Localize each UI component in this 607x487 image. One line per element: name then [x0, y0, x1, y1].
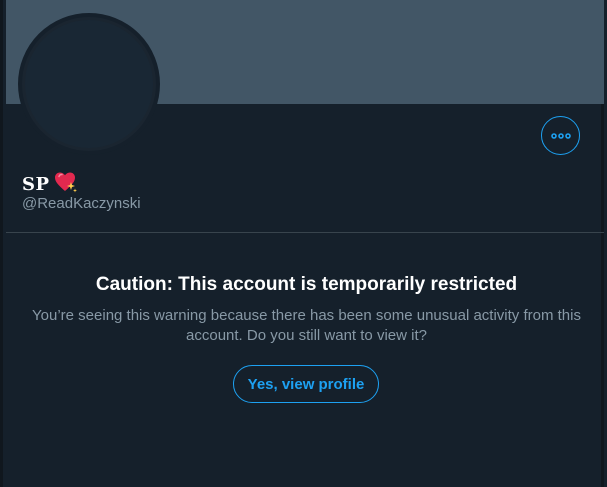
avatar-image: [25, 20, 153, 148]
warning-message: You’re seeing this warning because there…: [32, 307, 581, 344]
sparkling-heart-icon: [54, 171, 78, 198]
display-name: SP: [22, 171, 78, 198]
divider: [6, 232, 604, 233]
more-horizontal-icon: [550, 132, 571, 139]
display-name-text: SP: [22, 174, 50, 195]
avatar[interactable]: [18, 13, 160, 155]
warning-title: Caution: This account is temporarily res…: [95, 274, 518, 295]
profile-handle: @ReadKaczynski: [22, 195, 141, 212]
more-options-button[interactable]: [541, 116, 580, 155]
view-profile-button[interactable]: Yes, view profile: [233, 365, 379, 403]
profile-page: SP @ReadKaczynski Caution: This account …: [0, 0, 604, 487]
